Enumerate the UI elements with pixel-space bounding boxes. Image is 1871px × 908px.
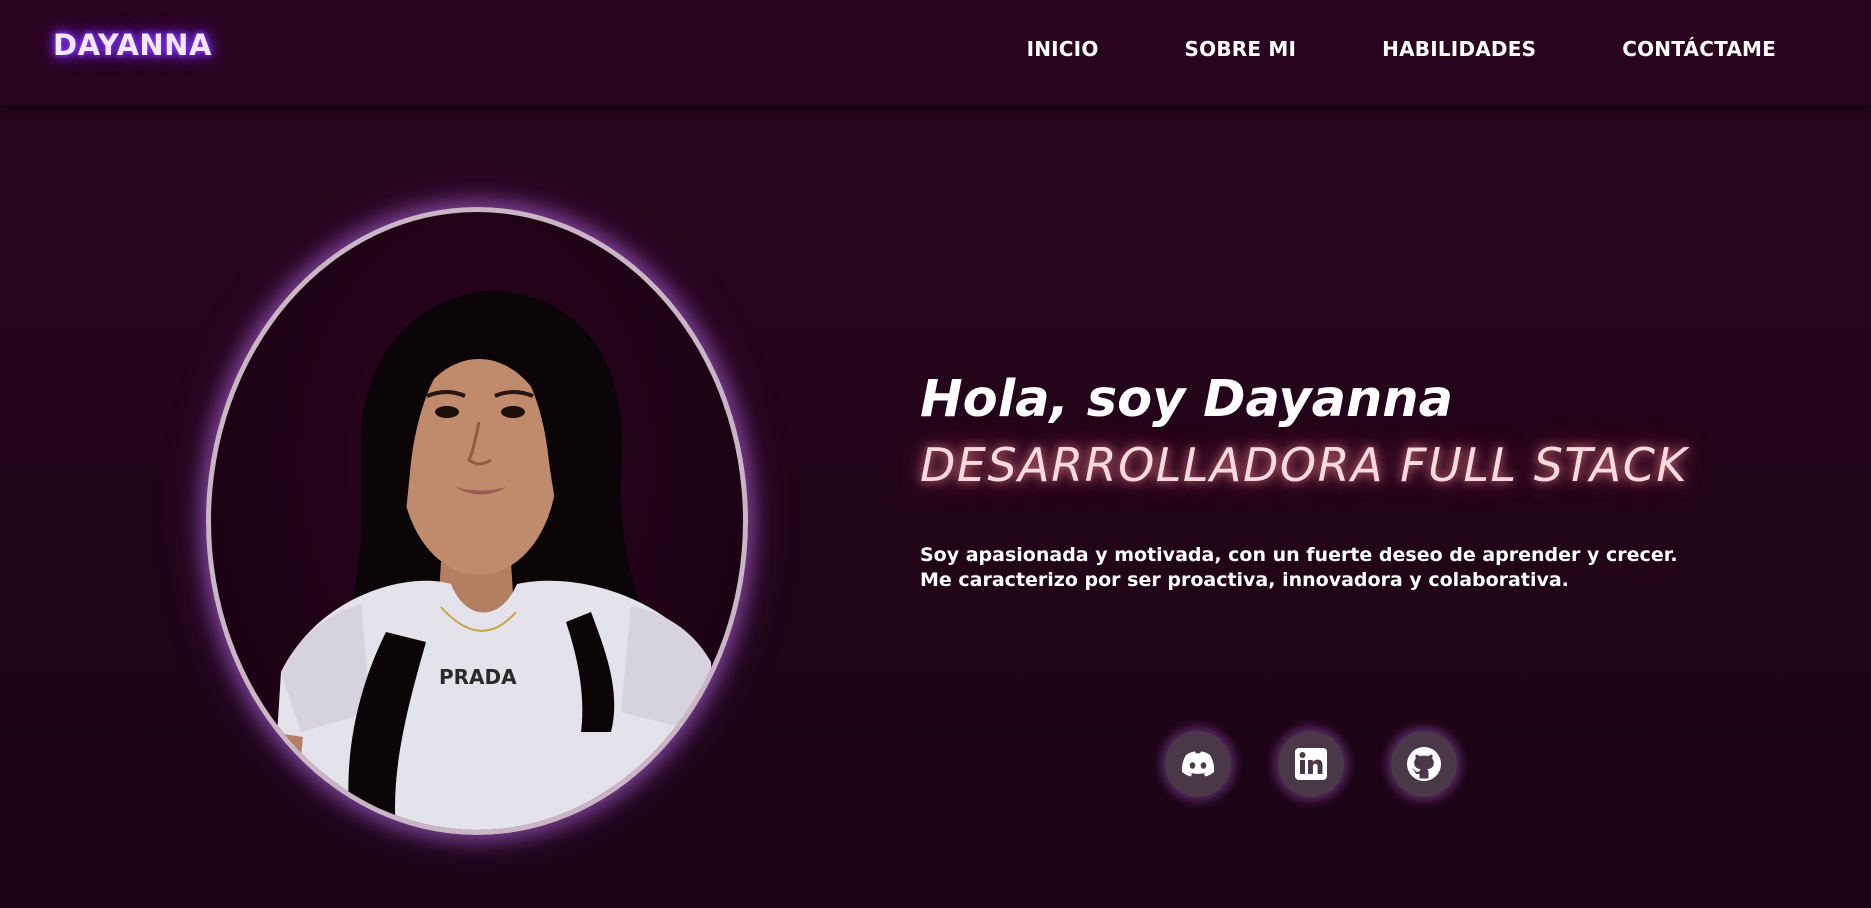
- hero-subtitle: DESARROLLADORA FULL STACK: [920, 438, 1689, 492]
- profile-photo: PRADA: [206, 207, 748, 835]
- linkedin-icon: [1295, 748, 1327, 780]
- hero-description: Soy apasionada y motivada, con un fuerte…: [920, 543, 1678, 593]
- hero-description-line-1: Soy apasionada y motivada, con un fuerte…: [920, 544, 1678, 566]
- social-links: [1165, 731, 1457, 797]
- discord-icon: [1181, 751, 1215, 777]
- hero-description-line-2: Me caracterizo por ser proactiva, innova…: [920, 569, 1569, 591]
- nav-inicio[interactable]: INICIO: [1027, 37, 1099, 61]
- github-button[interactable]: [1391, 731, 1457, 797]
- linkedin-button[interactable]: [1278, 731, 1344, 797]
- top-navbar: DAYANNA INICIO SOBRE MI HABILIDADES CONT…: [0, 0, 1871, 105]
- page: DAYANNA INICIO SOBRE MI HABILIDADES CONT…: [0, 0, 1871, 908]
- discord-button[interactable]: [1165, 731, 1231, 797]
- hero-title: Hola, soy Dayanna: [920, 370, 1454, 429]
- github-icon: [1407, 747, 1441, 781]
- nav-sobre-mi[interactable]: SOBRE MI: [1185, 37, 1297, 61]
- brand-logo[interactable]: DAYANNA: [53, 28, 212, 62]
- shirt-print-text: PRADA: [439, 665, 517, 689]
- profile-photo-illustration: PRADA: [269, 290, 716, 830]
- nav-contactame[interactable]: CONTÁCTAME: [1622, 37, 1776, 61]
- main-nav: INICIO SOBRE MI HABILIDADES CONTÁCTAME: [1027, 37, 1776, 61]
- nav-habilidades[interactable]: HABILIDADES: [1382, 37, 1536, 61]
